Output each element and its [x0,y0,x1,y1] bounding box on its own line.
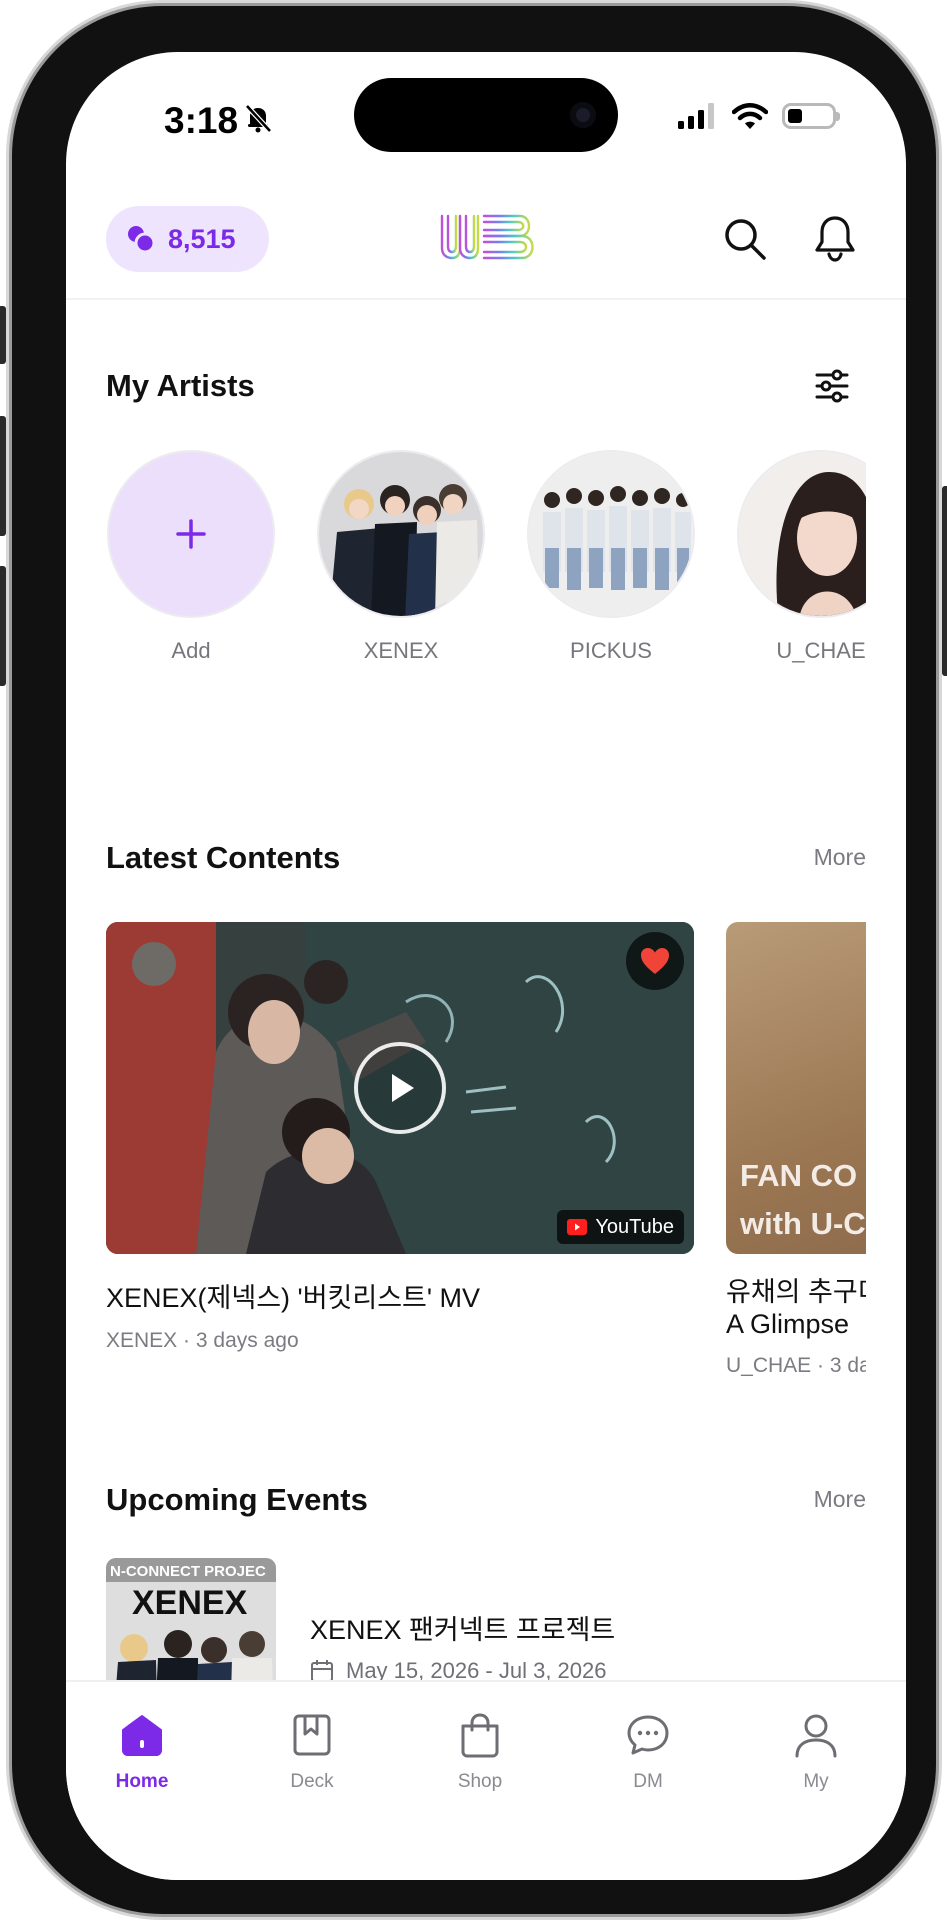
screen: 3:18 8,515 My Artists Add XENEX PICKUS U… [66,52,906,1880]
phone-frame: 3:18 8,515 My Artists Add XENEX PICKUS U… [0,6,947,1914]
artist-avatar [737,450,866,618]
like-button[interactable] [626,932,684,990]
tab-shop[interactable]: Shop [420,1712,540,1793]
content-card[interactable]: FAN CO with U-C 유채의 추구미 A Glimpse U_CHAE… [726,922,866,1378]
content-time: 3 days ago [195,1329,299,1352]
shopping-bag-icon [461,1713,499,1758]
volume-up-button [0,416,6,536]
upcoming-events-more-link[interactable]: More [814,1486,866,1513]
event-poster-text: XENEX [132,1584,248,1622]
artist-item-pickus[interactable]: PICKUS [526,450,696,664]
meta-separator: · [183,1329,196,1352]
portrait-photo [739,452,866,616]
latest-contents-more-link[interactable]: More [814,844,866,871]
group-photo [529,452,693,616]
dynamic-island [354,78,618,152]
artist-avatar [317,450,485,618]
filter-settings-icon[interactable] [814,368,850,404]
content-title: 유채의 추구미 A Glimpse [726,1276,866,1340]
content-list: YouTube XENEX(제넥스) '버킷리스트' MV XENEX · 3 … [106,922,866,1382]
tab-label: Shop [457,1771,503,1792]
home-icon [122,1715,162,1756]
battery-level [788,109,802,123]
battery-icon [782,103,840,129]
points-balance-button[interactable]: 8,515 [106,206,269,272]
bell-off-icon [245,104,272,133]
content-artist: XENEX [106,1329,178,1352]
search-icon[interactable] [722,216,768,262]
header-divider [66,298,906,300]
content-title-line: 유채의 추구미 [726,1277,866,1307]
youtube-icon [567,1219,588,1235]
content-card[interactable]: YouTube XENEX(제넥스) '버킷리스트' MV XENEX · 3 … [106,922,694,1353]
artist-item-u-chae[interactable]: U_CHAE [736,450,866,664]
signal-icon [678,103,714,129]
power-button [942,486,947,676]
event-item[interactable]: N-CONNECT PROJEC XENEX XENEX 팬커넥트 프로젝트 M… [106,1558,866,1738]
upcoming-events-title: Upcoming Events [106,1482,368,1517]
status-icons [678,102,840,130]
action-button [0,306,6,364]
volume-down-button [0,566,6,686]
artist-item-xenex[interactable]: XENEX [316,450,486,664]
artist-label: Add [171,638,211,663]
content-artist: U_CHAE [726,1354,812,1377]
status-time: 3:18 [164,100,239,141]
artist-label: PICKUS [570,638,652,663]
tab-label: DM [633,1771,663,1792]
play-button[interactable] [354,1042,446,1134]
content-title-line: A Glimpse [726,1309,850,1339]
user-icon [795,1714,837,1758]
bottom-tab-bar: Home Deck Shop DM My [66,1680,906,1880]
tab-home[interactable]: Home [82,1712,202,1793]
content-time: 3 days ago [829,1354,866,1377]
plus-icon [176,519,206,549]
artist-label: XENEX [363,638,439,663]
video-thumbnail[interactable]: FAN CO with U-C [726,922,866,1254]
source-badge: YouTube [557,1210,684,1244]
tab-my[interactable]: My [756,1712,876,1793]
thumbnail-caption: FAN CO with U-C [740,1152,866,1248]
play-icon [392,1074,414,1102]
thumbnail-caption-line: with U-C [740,1206,866,1241]
bookmark-book-icon [293,1714,331,1756]
tab-dm[interactable]: DM [588,1712,708,1793]
coins-icon [128,226,156,254]
latest-contents-title: Latest Contents [106,840,341,875]
tab-label: Home [115,1771,169,1792]
points-value: 8,515 [168,223,236,254]
event-title: XENEX 팬커넥트 프로젝트 [310,1615,616,1645]
tab-deck[interactable]: Deck [252,1712,372,1793]
content-title: XENEX(제넥스) '버킷리스트' MV [106,1283,481,1313]
artist-label: U_CHAE [776,638,866,663]
chat-bubble-icon [627,1715,669,1755]
bell-icon[interactable] [812,214,858,262]
thumbnail-caption-line: FAN CO [740,1158,858,1193]
content-meta: U_CHAE · 3 days ago [726,1354,866,1378]
content-meta: XENEX · 3 days ago [106,1329,694,1353]
add-artist-button[interactable]: Add [106,450,276,664]
video-thumbnail[interactable]: YouTube [106,922,694,1254]
source-label: YouTube [595,1215,674,1238]
app-logo[interactable] [440,212,540,262]
wifi-icon [732,103,768,129]
meta-separator: · [817,1354,830,1377]
add-artist-circle [107,450,275,618]
group-photo [319,452,483,616]
my-artists-title: My Artists [106,368,255,403]
artist-list: Add XENEX PICKUS U_CHAE [106,450,866,680]
event-poster-text: N-CONNECT PROJEC [110,1563,266,1580]
tab-label: Deck [290,1771,334,1792]
camera-icon [570,102,596,128]
heart-icon [641,948,669,974]
artist-avatar [527,450,695,618]
tab-label: My [803,1771,829,1792]
